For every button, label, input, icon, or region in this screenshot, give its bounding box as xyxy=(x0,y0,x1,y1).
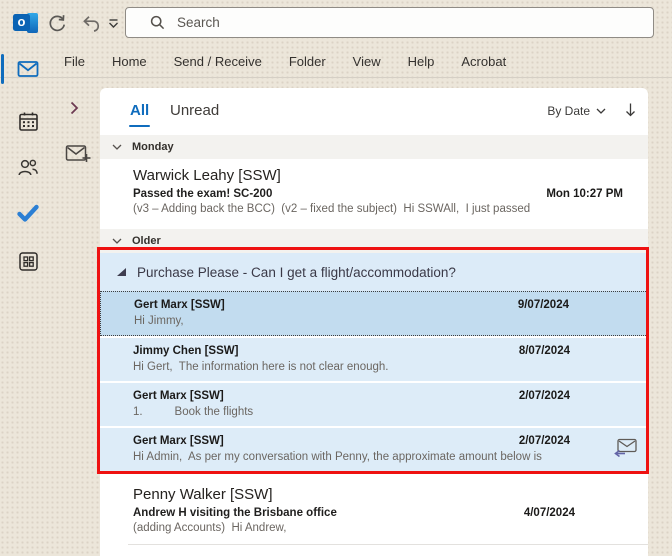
mail-icon xyxy=(16,58,40,80)
search-icon xyxy=(150,15,165,30)
message-date: 2/07/2024 xyxy=(519,435,570,447)
sort-by-dropdown[interactable]: By Date xyxy=(547,104,606,118)
email-date: Mon 10:27 PM xyxy=(546,188,623,200)
replied-indicator xyxy=(613,437,639,457)
chevron-down-icon xyxy=(112,238,122,244)
conversation-message[interactable]: Gert Marx [SSW] 2/07/2024 Hi Admin, As p… xyxy=(100,426,648,472)
message-list: All Unread By Date Monday xyxy=(100,88,648,556)
outlook-window: File Home Send / Receive Folder View Hel… xyxy=(0,0,672,556)
selected-indicator xyxy=(1,54,4,84)
message-sender: Jimmy Chen [SSW] xyxy=(133,345,238,357)
menu-acrobat[interactable]: Acrobat xyxy=(461,54,506,69)
nav-people[interactable] xyxy=(0,151,56,183)
conversation-message-selected[interactable]: Gert Marx [SSW] 9/07/2024 Hi Jimmy, xyxy=(100,291,648,336)
group-label: Older xyxy=(132,235,161,247)
replied-icon xyxy=(613,437,639,457)
message-preview: Hi Admin, As per my conversation with Pe… xyxy=(133,451,604,463)
folder-pane-collapsed xyxy=(56,88,100,556)
nav-todo[interactable] xyxy=(0,197,56,229)
sync-icon xyxy=(46,12,68,34)
calendar-icon xyxy=(17,110,40,133)
undo-button[interactable] xyxy=(78,13,102,33)
tab-all[interactable]: All xyxy=(130,102,149,119)
message-preview: Hi Gert, The information here is not cle… xyxy=(133,361,604,373)
conversation-expanded-icon xyxy=(117,268,126,276)
sort-by-label: By Date xyxy=(547,104,590,118)
message-date: 2/07/2024 xyxy=(519,390,570,402)
email-date: 4/07/2024 xyxy=(524,507,575,519)
apps-grid-icon xyxy=(17,250,40,273)
message-sender: Gert Marx [SSW] xyxy=(133,435,224,447)
group-header-monday[interactable]: Monday xyxy=(100,135,648,159)
conversation-header[interactable]: Purchase Please - Can I get a flight/acc… xyxy=(100,253,648,291)
group-header-older[interactable]: Older xyxy=(100,229,648,253)
conversation-message[interactable]: Jimmy Chen [SSW] 8/07/2024 Hi Gert, The … xyxy=(100,336,648,381)
tab-unread[interactable]: Unread xyxy=(170,102,219,119)
chevron-down-icon xyxy=(596,108,606,114)
navigation-rail xyxy=(0,45,56,556)
arrow-down-icon xyxy=(624,102,637,118)
conversation-message[interactable]: Gert Marx [SSW] 2/07/2024 1. Book the fl… xyxy=(100,381,648,426)
new-mail-icon xyxy=(65,142,92,166)
email-row-warwick[interactable]: Warwick Leahy [SSW] Passed the exam! SC-… xyxy=(100,159,648,229)
people-icon xyxy=(16,156,40,178)
outlook-logo-icon xyxy=(13,11,39,35)
active-tab-underline xyxy=(129,125,150,128)
message-preview: 1. Book the flights xyxy=(133,406,604,418)
nav-mail[interactable] xyxy=(0,53,56,85)
ribbon-menu: File Home Send / Receive Folder View Hel… xyxy=(0,45,672,78)
menu-send-receive[interactable]: Send / Receive xyxy=(174,54,262,69)
email-sender: Warwick Leahy [SSW] xyxy=(133,167,281,185)
email-subject: Passed the exam! SC-200 xyxy=(133,188,272,200)
message-sender: Gert Marx [SSW] xyxy=(133,390,224,402)
nav-calendar[interactable] xyxy=(0,105,56,137)
email-subject: Andrew H visiting the Brisbane office xyxy=(133,507,337,519)
search-bar[interactable] xyxy=(125,7,654,38)
message-sender: Gert Marx [SSW] xyxy=(134,299,225,311)
group-label: Monday xyxy=(132,141,174,153)
email-sender: Penny Walker [SSW] xyxy=(133,486,272,504)
new-email-button[interactable] xyxy=(65,141,93,167)
message-list-header: All Unread By Date xyxy=(100,88,648,135)
customize-toolbar-button[interactable] xyxy=(105,17,121,30)
send-receive-sync-button[interactable] xyxy=(45,12,69,34)
expand-folder-pane-button[interactable] xyxy=(70,100,82,115)
message-preview: Hi Jimmy, xyxy=(134,315,603,327)
sort-direction-button[interactable] xyxy=(624,101,638,119)
chevron-right-icon xyxy=(70,101,79,115)
chevron-down-icon xyxy=(112,144,122,150)
chevron-down-bar-icon xyxy=(108,19,119,29)
row-divider xyxy=(128,544,648,545)
menu-folder[interactable]: Folder xyxy=(289,54,326,69)
todo-check-icon xyxy=(16,203,40,223)
search-input[interactable] xyxy=(177,15,653,30)
nav-apps[interactable] xyxy=(0,245,56,277)
menu-view[interactable]: View xyxy=(353,54,381,69)
message-date: 8/07/2024 xyxy=(519,345,570,357)
email-preview: (adding Accounts) Hi Andrew, xyxy=(133,522,628,534)
menu-file[interactable]: File xyxy=(64,54,85,69)
conversation-title: Purchase Please - Can I get a flight/acc… xyxy=(137,265,456,280)
undo-icon xyxy=(79,13,101,33)
title-bar xyxy=(0,0,672,45)
email-preview: (v3 – Adding back the BCC) (v2 – fixed t… xyxy=(133,203,628,215)
menu-home[interactable]: Home xyxy=(112,54,147,69)
tab-all-label: All xyxy=(130,102,149,119)
email-row-penny[interactable]: Penny Walker [SSW] Andrew H visiting the… xyxy=(100,478,648,545)
message-date: 9/07/2024 xyxy=(518,299,569,311)
menu-help[interactable]: Help xyxy=(408,54,435,69)
